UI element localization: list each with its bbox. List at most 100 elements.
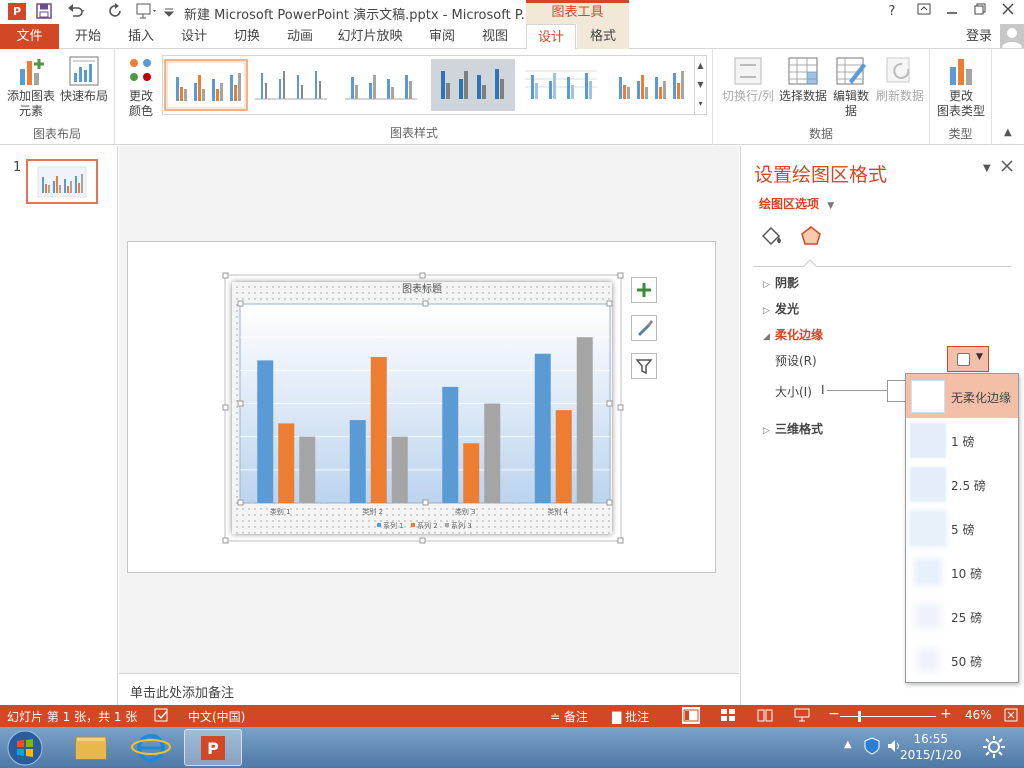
ribbon-display-options-icon[interactable] — [912, 2, 936, 22]
gallery-more-icon[interactable]: ▾ — [694, 94, 706, 114]
chart[interactable]: 图表标题 类别 1 类别 2 类别 3 类别 4 系列 1 系列 2 系列 3 — [222, 272, 624, 544]
chart-style-1[interactable] — [164, 59, 248, 111]
tab-file[interactable]: 文件 — [0, 24, 59, 49]
effects-tab-icon[interactable] — [799, 224, 823, 251]
refresh-data-button[interactable]: 刷新数据 — [873, 55, 927, 104]
bar-2-1[interactable] — [278, 423, 295, 503]
spellcheck-icon[interactable] — [154, 708, 170, 725]
restore-icon[interactable] — [968, 2, 992, 22]
section-shadow[interactable]: ▷ 阴影 — [763, 274, 799, 291]
customize-toolbar-icon[interactable] — [163, 3, 175, 21]
minimize-icon[interactable] — [940, 2, 964, 22]
bar-3-3[interactable] — [484, 403, 501, 504]
notes-pane[interactable]: 单击此处添加备注 — [119, 673, 739, 705]
chart-style-2[interactable] — [251, 59, 335, 111]
start-from-beginning-icon[interactable] — [136, 3, 158, 21]
bar-3-1[interactable] — [299, 436, 316, 503]
size-input[interactable] — [887, 380, 907, 402]
notes-toggle-button[interactable]: ≐ 备注 — [550, 708, 588, 725]
gallery-scroll-down-icon[interactable]: ▼ — [694, 75, 706, 95]
size-slider-handle[interactable]: I — [821, 383, 825, 397]
quick-layout-button[interactable]: 快速布局 — [58, 55, 110, 104]
zoom-out-icon[interactable]: − — [828, 706, 840, 722]
collapse-ribbon-icon[interactable]: ▲ — [1004, 127, 1012, 138]
tab-design-main[interactable]: 设计 — [168, 24, 220, 49]
fit-to-window-icon[interactable] — [1004, 708, 1018, 725]
soft-edge-2-5pt-option[interactable]: 2.5 磅 — [906, 462, 1018, 506]
switch-row-column-button[interactable]: 切换行/列 — [719, 55, 777, 104]
slide-sorter-icon[interactable] — [720, 708, 736, 725]
chart-elements-button[interactable] — [631, 277, 657, 303]
file-explorer-icon[interactable] — [62, 729, 120, 766]
soft-edge-25pt-option[interactable]: 25 磅 — [906, 594, 1018, 638]
bar-1-3[interactable] — [442, 386, 459, 503]
plot-area-options-menu[interactable]: 绘图区选项 ▼ — [759, 195, 834, 212]
help-button[interactable]: ? — [880, 2, 904, 22]
reading-view-icon[interactable] — [757, 708, 773, 725]
comments-toggle-button[interactable]: ▇ 批注 — [612, 708, 649, 725]
chart-style-4[interactable] — [431, 59, 515, 111]
chart-style-5[interactable] — [521, 59, 605, 111]
section-glow[interactable]: ▷ 发光 — [763, 300, 799, 317]
chart-styles-button[interactable] — [631, 315, 657, 341]
bar-2-4[interactable] — [555, 410, 572, 503]
tab-chart-format[interactable]: 格式 — [577, 24, 629, 49]
powerpoint-taskbar-icon[interactable]: P — [184, 729, 242, 766]
bar-2-3[interactable] — [463, 443, 480, 503]
tab-insert[interactable]: 插入 — [116, 24, 166, 49]
tab-slideshow[interactable]: 幻灯片放映 — [330, 24, 410, 49]
edit-data-button[interactable]: 编辑数 据 — [829, 55, 873, 119]
internet-explorer-icon[interactable] — [122, 729, 180, 766]
action-center-icon[interactable] — [864, 737, 880, 758]
language-status[interactable]: 中文(中国) — [188, 708, 245, 725]
section-soft-edges[interactable]: ◢ 柔化边缘 — [763, 326, 823, 343]
soft-edge-preset-dropdown[interactable]: ▼ — [947, 346, 989, 372]
tab-transitions[interactable]: 切换 — [222, 24, 272, 49]
zoom-in-icon[interactable]: + — [940, 706, 952, 722]
soft-edge-10pt-option[interactable]: 10 磅 — [906, 550, 1018, 594]
bar-3-2[interactable] — [391, 436, 408, 503]
gallery-scroll-up-icon[interactable]: ▲ — [694, 56, 706, 76]
zoom-level[interactable]: 46% — [965, 708, 992, 722]
slideshow-icon[interactable] — [794, 708, 810, 725]
pane-close-icon[interactable] — [1001, 160, 1013, 176]
bar-1-2[interactable] — [349, 420, 366, 503]
section-3d-format[interactable]: ▷ 三维格式 — [763, 420, 823, 437]
chart-style-6[interactable] — [609, 59, 693, 111]
soft-edge-1pt-option[interactable]: 1 磅 — [906, 418, 1018, 462]
normal-view-icon[interactable] — [682, 707, 700, 724]
tray-overflow-icon[interactable]: ▲ — [844, 739, 852, 750]
chart-title[interactable]: 图表标题 — [402, 282, 442, 295]
zoom-slider[interactable] — [840, 716, 936, 717]
soft-edge-5pt-option[interactable]: 5 磅 — [906, 506, 1018, 550]
avatar[interactable] — [1000, 24, 1024, 48]
tab-view[interactable]: 视图 — [472, 24, 518, 49]
tab-chart-design[interactable]: 设计 — [526, 24, 576, 50]
select-data-button[interactable]: 选择数据 — [777, 55, 829, 104]
tab-home[interactable]: 开始 — [62, 24, 114, 49]
change-chart-type-button[interactable]: 更改 图表类型 — [934, 55, 988, 119]
size-slider[interactable] — [827, 390, 887, 391]
bar-1-4[interactable] — [534, 353, 551, 503]
fill-line-tab-icon[interactable] — [759, 224, 783, 251]
chart-style-3[interactable] — [341, 59, 425, 111]
brightness-icon[interactable] — [982, 735, 1006, 762]
redo-icon[interactable] — [108, 3, 124, 21]
bar-2-2[interactable] — [370, 357, 387, 503]
windows-start-icon[interactable] — [6, 729, 44, 768]
tab-animations[interactable]: 动画 — [274, 24, 326, 49]
close-icon[interactable] — [996, 2, 1020, 22]
pane-options-dropdown-icon[interactable]: ▼ — [983, 163, 991, 174]
change-colors-button[interactable]: 更改 颜色 — [121, 55, 161, 119]
tab-review[interactable]: 审阅 — [414, 24, 470, 49]
bar-3-4[interactable] — [576, 337, 593, 503]
add-chart-element-button[interactable]: 添加图表 元素 — [4, 55, 58, 119]
save-icon[interactable] — [36, 3, 52, 21]
zoom-slider-thumb[interactable] — [858, 711, 861, 722]
powerpoint-logo-icon[interactable]: P — [8, 3, 26, 20]
soft-edge-none-option[interactable]: 无柔化边缘 — [906, 374, 1018, 418]
chart-filters-button[interactable] — [631, 353, 657, 379]
bar-1-1[interactable] — [257, 360, 274, 503]
slide-thumbnail[interactable] — [26, 159, 98, 204]
login-link[interactable]: 登录 — [966, 24, 992, 49]
